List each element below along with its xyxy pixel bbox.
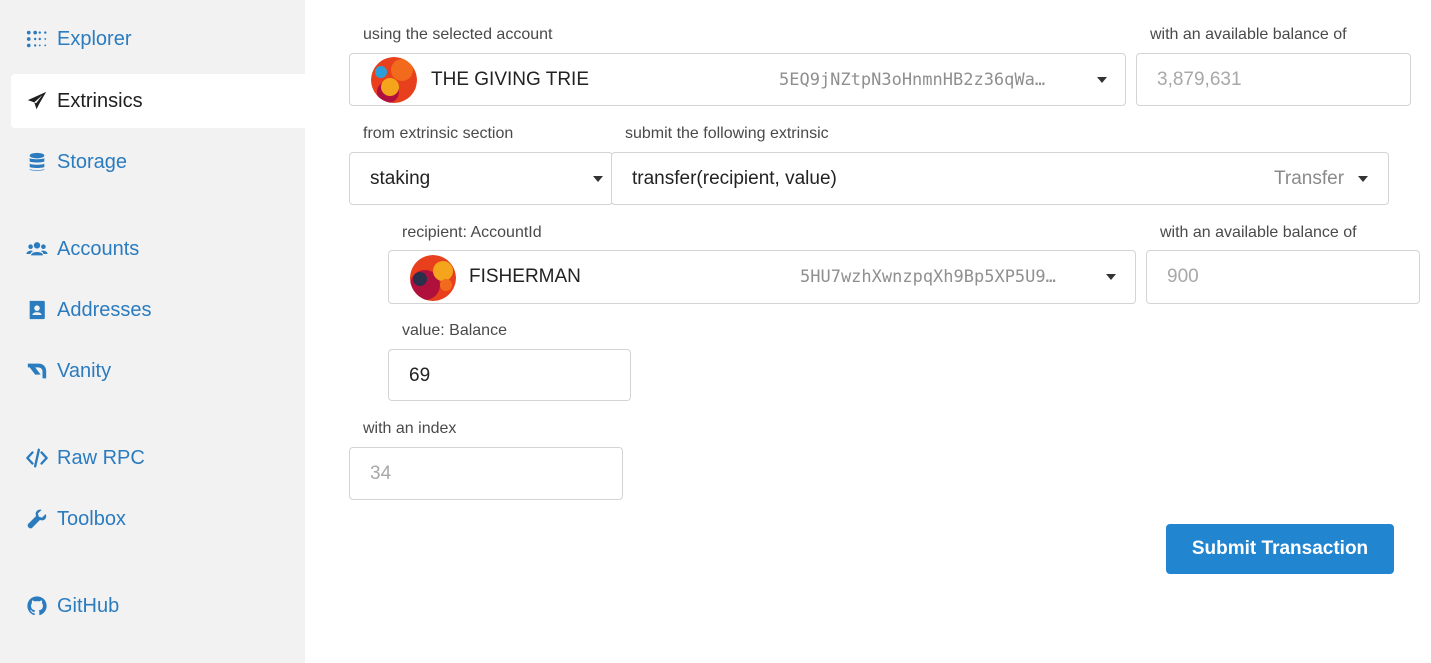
account-avatar (371, 57, 417, 103)
users-icon (25, 237, 49, 261)
sidebar-item-label: GitHub (57, 594, 120, 617)
value-input[interactable]: 69 (388, 349, 631, 401)
recipient-name: FISHERMAN (469, 266, 581, 287)
vanity-icon (25, 359, 49, 383)
index-label: with an index (363, 420, 457, 437)
code-icon (25, 446, 49, 470)
account-balance: 3,879,631 (1157, 69, 1242, 90)
sidebar-item-extrinsics[interactable]: Extrinsics (11, 74, 305, 128)
extrinsic-value: transfer(recipient, value) (632, 168, 837, 189)
recipient-address: 5HU7wzhXwnzpqXh9Bp5XP5U9… (800, 267, 1056, 287)
recipient-label: recipient: AccountId (402, 224, 542, 241)
dots-grid-icon (25, 27, 49, 51)
section-label: from extrinsic section (363, 125, 514, 142)
sidebar-item-label: Extrinsics (57, 89, 143, 112)
sidebar-item-label: Accounts (57, 237, 140, 260)
sidebar-item-raw-rpc[interactable]: Raw RPC (11, 431, 305, 485)
sidebar-item-label: Explorer (57, 27, 132, 50)
extrinsic-select[interactable]: transfer(recipient, value) Transfer (611, 152, 1389, 205)
recipient-balance: 900 (1167, 266, 1199, 287)
chevron-down-icon (1106, 274, 1116, 280)
sidebar-item-github[interactable]: GitHub (11, 579, 305, 633)
sidebar-item-vanity[interactable]: Vanity (11, 344, 305, 398)
github-icon (25, 594, 49, 618)
extrinsic-label: submit the following extrinsic (625, 125, 829, 142)
sidebar-item-storage[interactable]: Storage (11, 135, 305, 189)
account-balance-label: with an available balance of (1150, 26, 1347, 43)
database-icon (25, 150, 49, 174)
section-select[interactable]: staking (349, 152, 613, 205)
sidebar-item-label: Toolbox (57, 507, 126, 530)
account-address: 5EQ9jNZtpN3oHnmnHB2z36qWa… (779, 70, 1046, 90)
sidebar-item-explorer[interactable]: Explorer (11, 12, 305, 66)
recipient-avatar (410, 255, 456, 301)
sidebar-item-label: Storage (57, 150, 128, 173)
section-value: staking (370, 168, 431, 189)
chevron-down-icon (1097, 77, 1107, 83)
sidebar-item-label: Addresses (57, 298, 152, 321)
wrench-icon (25, 507, 49, 531)
sidebar-item-addresses[interactable]: Addresses (11, 283, 305, 337)
sidebar-item-label: Vanity (57, 359, 112, 382)
value-amount: 69 (409, 365, 431, 386)
paper-plane-icon (25, 89, 49, 113)
sidebar-item-accounts[interactable]: Accounts (11, 222, 305, 276)
sidebar: Explorer Extrinsics Storage Accounts Add… (0, 0, 305, 663)
sidebar-item-toolbox[interactable]: Toolbox (11, 492, 305, 546)
chevron-down-icon (1358, 176, 1368, 182)
chevron-down-icon (593, 176, 603, 182)
submit-transaction-button[interactable]: Submit Transaction (1166, 524, 1394, 574)
index-field: 34 (349, 447, 623, 500)
account-select[interactable]: THE GIVING TRIE 5EQ9jNZtpN3oHnmnHB2z36qW… (349, 53, 1126, 106)
recipient-balance-label: with an available balance of (1160, 224, 1357, 241)
account-name: THE GIVING TRIE (431, 69, 590, 90)
extrinsic-hint: Transfer (1274, 168, 1345, 189)
recipient-balance-field: 900 (1146, 250, 1420, 304)
sidebar-item-label: Raw RPC (57, 446, 145, 469)
account-label: using the selected account (363, 26, 553, 43)
address-book-icon (25, 298, 49, 322)
recipient-select[interactable]: FISHERMAN 5HU7wzhXwnzpqXh9Bp5XP5U9… (388, 250, 1136, 304)
account-balance-field: 3,879,631 (1136, 53, 1411, 106)
index-value: 34 (370, 463, 392, 484)
value-label: value: Balance (402, 322, 507, 339)
